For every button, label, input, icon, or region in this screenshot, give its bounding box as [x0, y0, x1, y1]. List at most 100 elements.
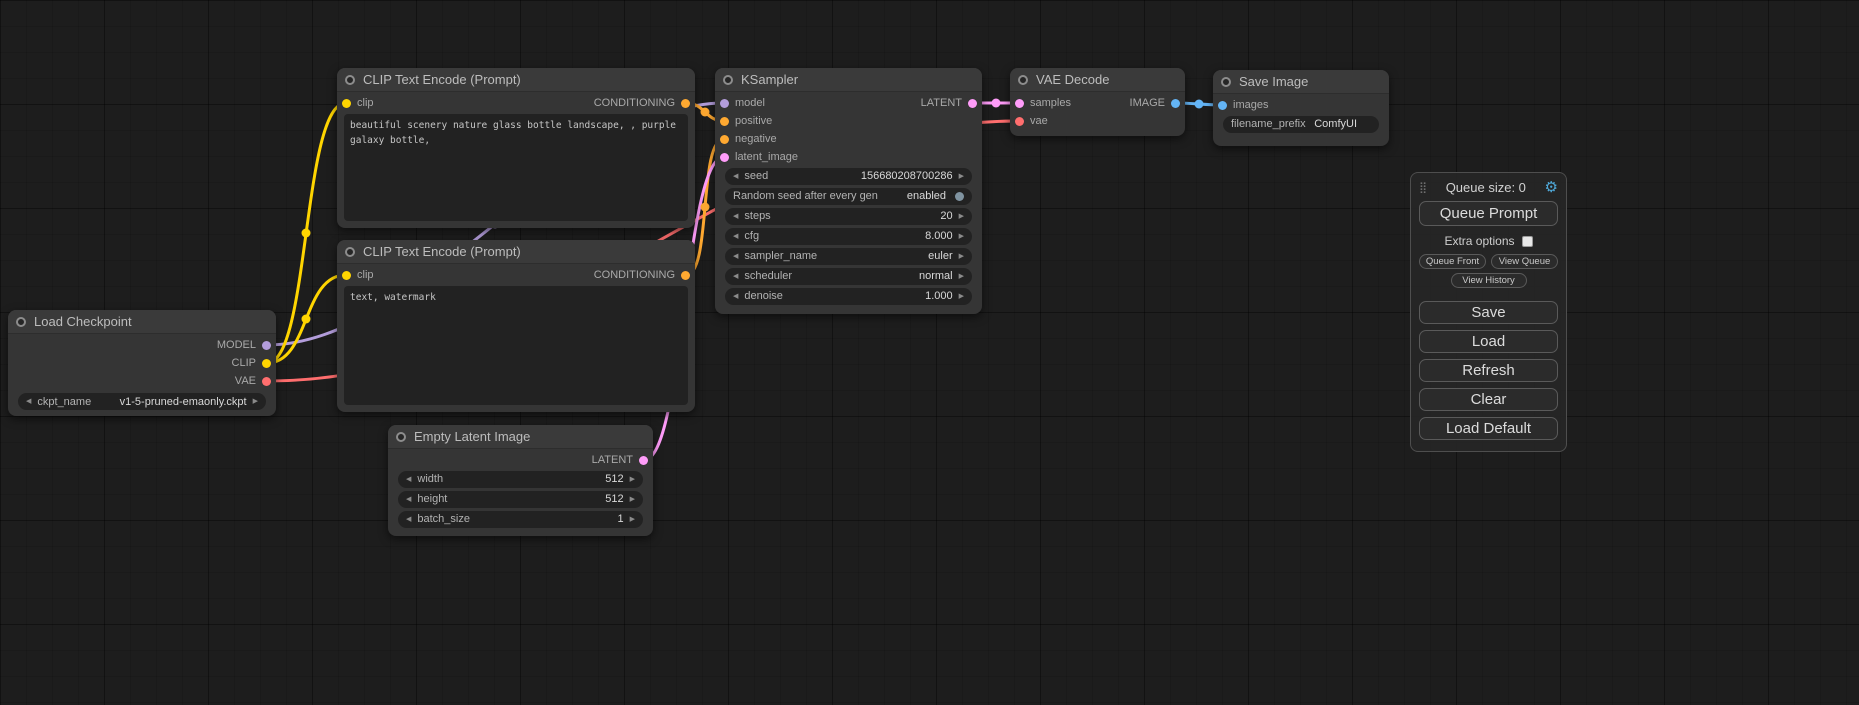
increment-arrow-icon[interactable]: ▶ [630, 476, 635, 483]
decrement-arrow-icon[interactable]: ◀ [406, 476, 411, 483]
node-title-bar[interactable]: CLIP Text Encode (Prompt) [337, 240, 695, 264]
output-label-clip: CLIP [232, 357, 256, 369]
widget-label: sampler_name [744, 250, 817, 262]
collapse-dot[interactable] [16, 317, 26, 327]
view-history-button[interactable]: View History [1451, 273, 1527, 288]
increment-arrow-icon[interactable]: ▶ [959, 213, 964, 220]
node-title-bar[interactable]: CLIP Text Encode (Prompt) [337, 68, 695, 92]
drag-handle-icon[interactable]: ⣿ [1419, 181, 1427, 194]
widget-label: height [417, 493, 447, 505]
output-label-conditioning: CONDITIONING [594, 97, 675, 109]
node-graph-canvas[interactable]: Load Checkpoint MODEL CLIP VAE [0, 0, 1859, 705]
input-slot-samples[interactable] [1015, 99, 1024, 108]
widget-height[interactable]: ◀ height 512 ▶ [398, 491, 643, 508]
decrement-arrow-icon[interactable]: ◀ [733, 253, 738, 260]
output-slot-model[interactable] [262, 341, 271, 350]
input-slot-images[interactable] [1218, 101, 1227, 110]
output-slot-conditioning[interactable] [681, 271, 690, 280]
collapse-dot[interactable] [345, 75, 355, 85]
widget-random-seed-toggle[interactable]: Random seed after every gen enabled [725, 188, 972, 205]
node-title-bar[interactable]: Save Image [1213, 70, 1389, 94]
queue-size-label: Queue size: 0 [1427, 180, 1544, 195]
node-title-bar[interactable]: Empty Latent Image [388, 425, 653, 449]
increment-arrow-icon[interactable]: ▶ [959, 293, 964, 300]
node-ksampler[interactable]: KSampler model LATENT positive [715, 68, 982, 314]
prompt-textarea[interactable]: text, watermark [344, 286, 688, 405]
decrement-arrow-icon[interactable]: ◀ [26, 398, 31, 405]
node-save-image[interactable]: Save Image images filename_prefix ComfyU… [1213, 70, 1389, 146]
node-title-bar[interactable]: KSampler [715, 68, 982, 92]
decrement-arrow-icon[interactable]: ◀ [406, 516, 411, 523]
increment-arrow-icon[interactable]: ▶ [959, 233, 964, 240]
decrement-arrow-icon[interactable]: ◀ [733, 273, 738, 280]
link-dot-cond-negative [701, 203, 710, 212]
decrement-arrow-icon[interactable]: ◀ [733, 233, 738, 240]
collapse-dot[interactable] [723, 75, 733, 85]
extra-options-checkbox[interactable] [1522, 236, 1533, 247]
decrement-arrow-icon[interactable]: ◀ [733, 173, 738, 180]
widget-scheduler[interactable]: ◀ scheduler normal ▶ [725, 268, 972, 285]
widget-filename-prefix[interactable]: filename_prefix ComfyUI [1223, 116, 1379, 133]
decrement-arrow-icon[interactable]: ◀ [406, 496, 411, 503]
load-button[interactable]: Load [1419, 330, 1558, 353]
load-default-button[interactable]: Load Default [1419, 417, 1558, 440]
collapse-dot[interactable] [345, 247, 355, 257]
widget-seed[interactable]: ◀ seed 156680208700286 ▶ [725, 168, 972, 185]
widget-cfg[interactable]: ◀ cfg 8.000 ▶ [725, 228, 972, 245]
node-clip-text-encode-negative[interactable]: CLIP Text Encode (Prompt) clip CONDITION… [337, 240, 695, 412]
increment-arrow-icon[interactable]: ▶ [959, 273, 964, 280]
refresh-button[interactable]: Refresh [1419, 359, 1558, 382]
output-slot-clip[interactable] [262, 359, 271, 368]
increment-arrow-icon[interactable]: ▶ [630, 496, 635, 503]
widget-denoise[interactable]: ◀ denoise 1.000 ▶ [725, 288, 972, 305]
prompt-textarea[interactable]: beautiful scenery nature glass bottle la… [344, 114, 688, 221]
decrement-arrow-icon[interactable]: ◀ [733, 213, 738, 220]
input-slot-vae[interactable] [1015, 117, 1024, 126]
output-slot-vae[interactable] [262, 377, 271, 386]
output-slot-latent[interactable] [639, 456, 648, 465]
decrement-arrow-icon[interactable]: ◀ [733, 293, 738, 300]
increment-arrow-icon[interactable]: ▶ [630, 516, 635, 523]
queue-front-button[interactable]: Queue Front [1419, 254, 1486, 269]
settings-gear-icon[interactable]: ⚙ [1545, 180, 1558, 195]
output-slot-latent[interactable] [968, 99, 977, 108]
increment-arrow-icon[interactable]: ▶ [959, 253, 964, 260]
widget-value: 1.000 [925, 290, 953, 302]
output-slot-conditioning[interactable] [681, 99, 690, 108]
clear-button[interactable]: Clear [1419, 388, 1558, 411]
queue-prompt-button[interactable]: Queue Prompt [1419, 201, 1558, 226]
widget-label: seed [744, 170, 768, 182]
input-slot-negative[interactable] [720, 135, 729, 144]
collapse-dot[interactable] [1221, 77, 1231, 87]
widget-label: scheduler [744, 270, 792, 282]
node-title-bar[interactable]: VAE Decode [1010, 68, 1185, 92]
widget-sampler-name[interactable]: ◀ sampler_name euler ▶ [725, 248, 972, 265]
widget-width[interactable]: ◀ width 512 ▶ [398, 471, 643, 488]
link-dot-clip-negative [302, 315, 311, 324]
node-vae-decode[interactable]: VAE Decode samples IMAGE vae [1010, 68, 1185, 136]
output-slot-image[interactable] [1171, 99, 1180, 108]
input-slot-latent-image[interactable] [720, 153, 729, 162]
widget-ckpt-name[interactable]: ◀ ckpt_name v1-5-pruned-emaonly.ckpt ▶ [18, 393, 266, 410]
widget-label: width [417, 473, 443, 485]
view-queue-button[interactable]: View Queue [1491, 254, 1558, 269]
input-slot-clip[interactable] [342, 99, 351, 108]
input-slot-clip[interactable] [342, 271, 351, 280]
increment-arrow-icon[interactable]: ▶ [253, 398, 258, 405]
node-title-bar[interactable]: Load Checkpoint [8, 310, 276, 334]
collapse-dot[interactable] [396, 432, 406, 442]
toggle-knob[interactable] [955, 192, 964, 201]
node-empty-latent-image[interactable]: Empty Latent Image LATENT ◀ width 512 ▶ … [388, 425, 653, 536]
increment-arrow-icon[interactable]: ▶ [959, 173, 964, 180]
collapse-dot[interactable] [1018, 75, 1028, 85]
node-load-checkpoint[interactable]: Load Checkpoint MODEL CLIP VAE [8, 310, 276, 416]
save-button[interactable]: Save [1419, 301, 1558, 324]
widget-batch-size[interactable]: ◀ batch_size 1 ▶ [398, 511, 643, 528]
input-label-clip: clip [357, 269, 374, 281]
output-label-model: MODEL [217, 339, 256, 351]
node-clip-text-encode-positive[interactable]: CLIP Text Encode (Prompt) clip CONDITION… [337, 68, 695, 228]
node-title: Empty Latent Image [414, 429, 530, 444]
input-slot-model[interactable] [720, 99, 729, 108]
widget-steps[interactable]: ◀ steps 20 ▶ [725, 208, 972, 225]
input-slot-positive[interactable] [720, 117, 729, 126]
